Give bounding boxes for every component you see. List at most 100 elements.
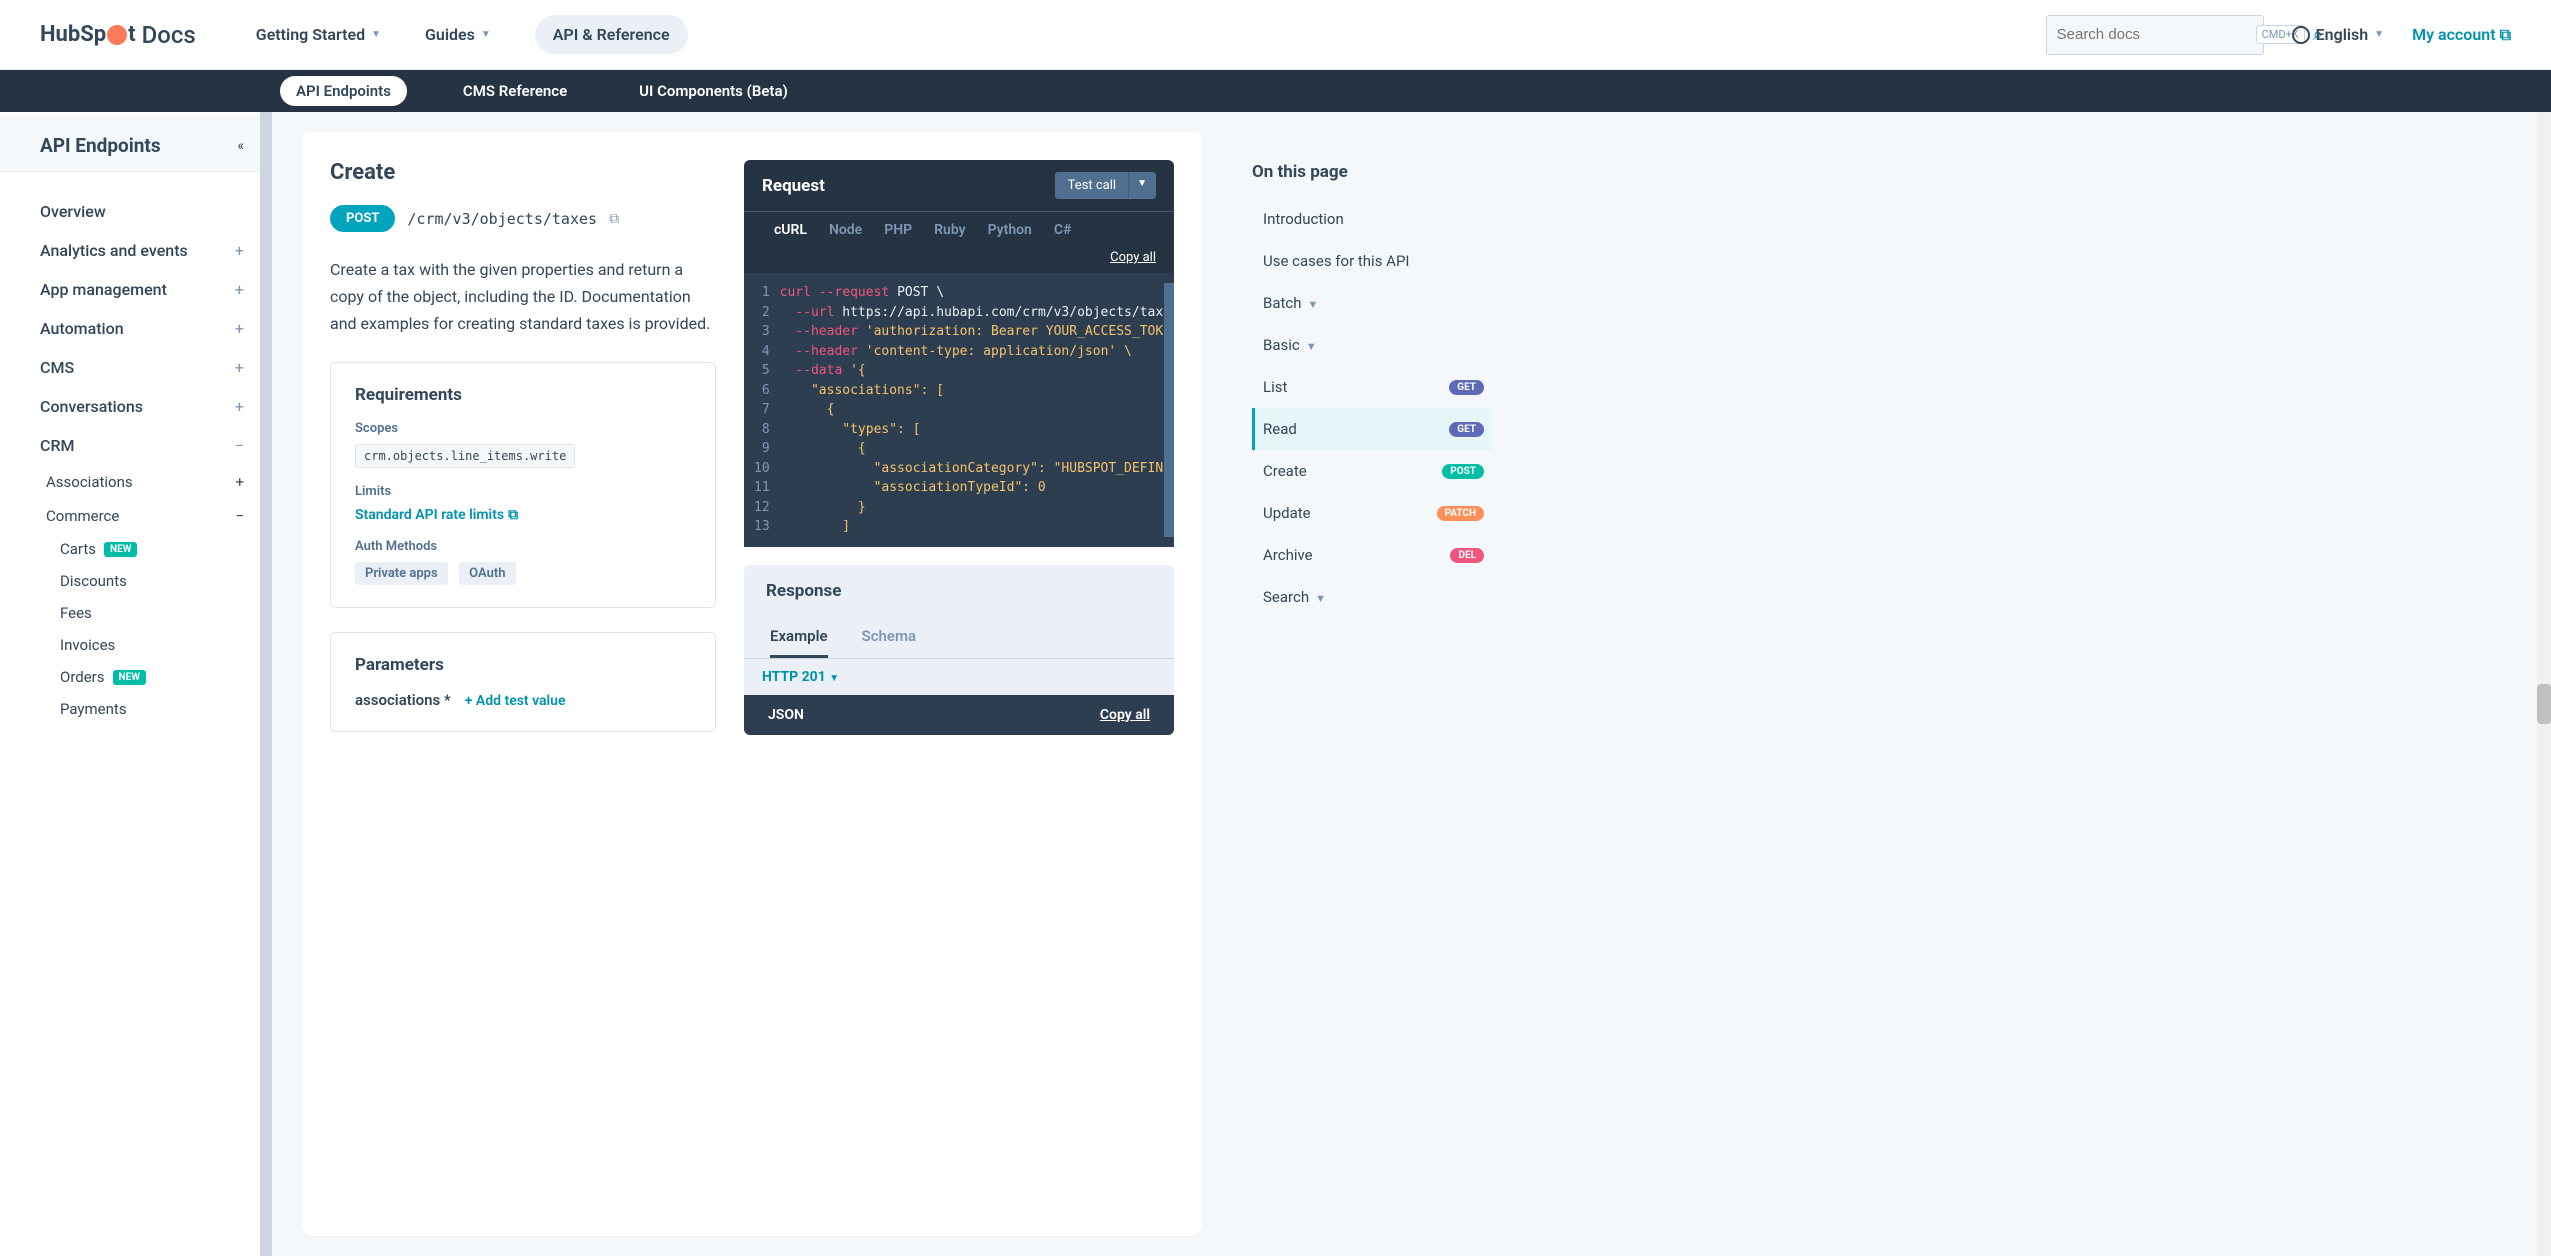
sidebar-item-carts[interactable]: CartsNEW: [0, 533, 260, 565]
collapse-icon: −: [235, 507, 244, 525]
response-copy-all[interactable]: Copy all: [1100, 707, 1150, 723]
chevron-down-icon: ▼: [829, 673, 839, 684]
nav-getting-started[interactable]: Getting Started▼: [256, 25, 381, 44]
sub-nav: API Endpoints CMS Reference UI Component…: [0, 70, 2551, 112]
expand-icon: +: [235, 280, 244, 299]
parameters-panel: Parameters associations * + Add test val…: [330, 632, 716, 732]
toc-archive[interactable]: ArchiveDEL: [1252, 534, 1492, 576]
auth-chips: Private apps OAuth: [355, 562, 691, 585]
subnav-api-endpoints[interactable]: API Endpoints: [280, 76, 407, 106]
request-title: Request: [762, 176, 825, 196]
get-badge: GET: [1449, 422, 1484, 437]
my-account-link[interactable]: My account ⧉: [2412, 25, 2511, 45]
toc-basic[interactable]: Basic▼: [1252, 324, 1492, 366]
copy-all-button[interactable]: Copy all: [1110, 250, 1156, 265]
code-lines[interactable]: curl --request POST \ --url https://api.…: [780, 283, 1164, 537]
chevron-down-icon: ▼: [1308, 298, 1319, 311]
sprocket-icon: [107, 25, 127, 45]
collapse-icon: −: [235, 436, 244, 455]
sidebar-item-fees[interactable]: Fees: [0, 597, 260, 629]
sidebar-title: API Endpoints: [40, 134, 161, 157]
line-numbers: 12345678910111213: [744, 283, 780, 537]
test-call-button[interactable]: Test call: [1056, 173, 1128, 198]
language-selector[interactable]: English ▼: [2292, 25, 2384, 44]
logo[interactable]: HubSpt Docs: [40, 21, 196, 49]
nav-guides[interactable]: Guides▼: [425, 25, 491, 44]
chevron-down-icon: ▼: [481, 29, 491, 40]
rate-limits-link[interactable]: Standard API rate limits⧉: [355, 507, 518, 523]
external-link-icon: ⧉: [2500, 25, 2511, 45]
toc-use-cases[interactable]: Use cases for this API: [1252, 240, 1492, 282]
sidebar-item-overview[interactable]: Overview: [0, 192, 260, 231]
response-title: Response: [744, 565, 1174, 617]
search-input[interactable]: [2057, 26, 2256, 43]
request-header: Request Test call ▼: [744, 160, 1174, 211]
requirements-title: Requirements: [355, 385, 691, 405]
sidebar-item-commerce[interactable]: Commerce−: [0, 499, 260, 533]
sidebar-item-analytics[interactable]: Analytics and events+: [0, 231, 260, 270]
toc-create[interactable]: CreatePOST: [1252, 450, 1492, 492]
sidebar-item-app-management[interactable]: App management+: [0, 270, 260, 309]
response-status-dropdown[interactable]: HTTP 201 ▼: [744, 659, 1174, 695]
sidebar-item-payments[interactable]: Payments: [0, 693, 260, 725]
lang-tab-curl[interactable]: cURL: [774, 222, 807, 246]
primary-nav: Getting Started▼ Guides▼ API & Reference: [256, 15, 688, 54]
lang-tab-csharp[interactable]: C#: [1054, 222, 1072, 246]
collapse-sidebar-icon[interactable]: «: [237, 138, 244, 154]
del-badge: DEL: [1450, 548, 1484, 563]
test-call-dropdown[interactable]: ▼: [1128, 173, 1155, 198]
toc-introduction[interactable]: Introduction: [1252, 198, 1492, 240]
scopes-label: Scopes: [355, 421, 691, 436]
toc-list[interactable]: ListGET: [1252, 366, 1492, 408]
sidebar-item-invoices[interactable]: Invoices: [0, 629, 260, 661]
toc-read[interactable]: ReadGET: [1252, 408, 1492, 450]
sidebar-item-crm[interactable]: CRM−: [0, 426, 260, 465]
sidebar-item-cms[interactable]: CMS+: [0, 348, 260, 387]
toc-search[interactable]: Search▼: [1252, 576, 1492, 618]
content-column: Create POST /crm/v3/objects/taxes ⧉ Crea…: [272, 112, 2537, 1256]
request-tools: Copy all: [744, 246, 1174, 273]
chevron-down-icon: ▼: [2374, 29, 2384, 40]
sidebar-item-automation[interactable]: Automation+: [0, 309, 260, 348]
method-badge: POST: [330, 205, 395, 232]
expand-icon: +: [235, 319, 244, 338]
content-left: Create POST /crm/v3/objects/taxes ⧉ Crea…: [330, 160, 716, 1208]
subnav-cms-reference[interactable]: CMS Reference: [447, 76, 583, 106]
sidebar-scrollbar[interactable]: [260, 112, 272, 1256]
response-tab-schema[interactable]: Schema: [862, 617, 917, 658]
expand-icon: +: [235, 241, 244, 260]
sidebar-item-conversations[interactable]: Conversations+: [0, 387, 260, 426]
sidebar-header: API Endpoints «: [0, 116, 260, 172]
page-scrollbar[interactable]: [2537, 112, 2551, 1256]
lang-tab-node[interactable]: Node: [829, 222, 862, 246]
sidebar-item-associations[interactable]: Associations+: [0, 465, 260, 499]
lang-tab-ruby[interactable]: Ruby: [934, 222, 965, 246]
copy-icon[interactable]: ⧉: [609, 211, 619, 227]
patch-badge: PATCH: [1437, 506, 1484, 521]
nav-api-reference[interactable]: API & Reference: [535, 15, 688, 54]
lang-tab-python[interactable]: Python: [988, 222, 1032, 246]
new-badge: NEW: [113, 670, 146, 685]
toc-batch[interactable]: Batch▼: [1252, 282, 1492, 324]
main-area: API Endpoints « Overview Analytics and e…: [0, 112, 2551, 1256]
code-block: 12345678910111213 curl --request POST \ …: [744, 273, 1174, 547]
requirements-panel: Requirements Scopes crm.objects.line_ite…: [330, 362, 716, 608]
sidebar-column: API Endpoints « Overview Analytics and e…: [0, 112, 272, 1256]
scrollbar-thumb[interactable]: [2537, 684, 2551, 724]
search-box[interactable]: CMD+K ⌕: [2046, 15, 2264, 55]
language-label: English: [2316, 25, 2369, 44]
subnav-ui-components[interactable]: UI Components (Beta): [623, 76, 804, 106]
add-test-value-button[interactable]: + Add test value: [465, 693, 566, 709]
lang-tab-php[interactable]: PHP: [884, 222, 912, 246]
sidebar-item-discounts[interactable]: Discounts: [0, 565, 260, 597]
toc-column: On this page Introduction Use cases for …: [1232, 132, 1512, 1236]
parameters-title: Parameters: [355, 655, 691, 675]
response-tabs: Example Schema: [744, 617, 1174, 659]
expand-icon: +: [235, 358, 244, 377]
toc-update[interactable]: UpdatePATCH: [1252, 492, 1492, 534]
external-link-icon: ⧉: [508, 507, 518, 523]
code-scrollbar[interactable]: [1164, 283, 1174, 537]
sidebar-item-orders[interactable]: OrdersNEW: [0, 661, 260, 693]
request-box: Request Test call ▼ cURL Node PHP Ruby P…: [744, 160, 1174, 547]
response-tab-example[interactable]: Example: [770, 617, 828, 658]
